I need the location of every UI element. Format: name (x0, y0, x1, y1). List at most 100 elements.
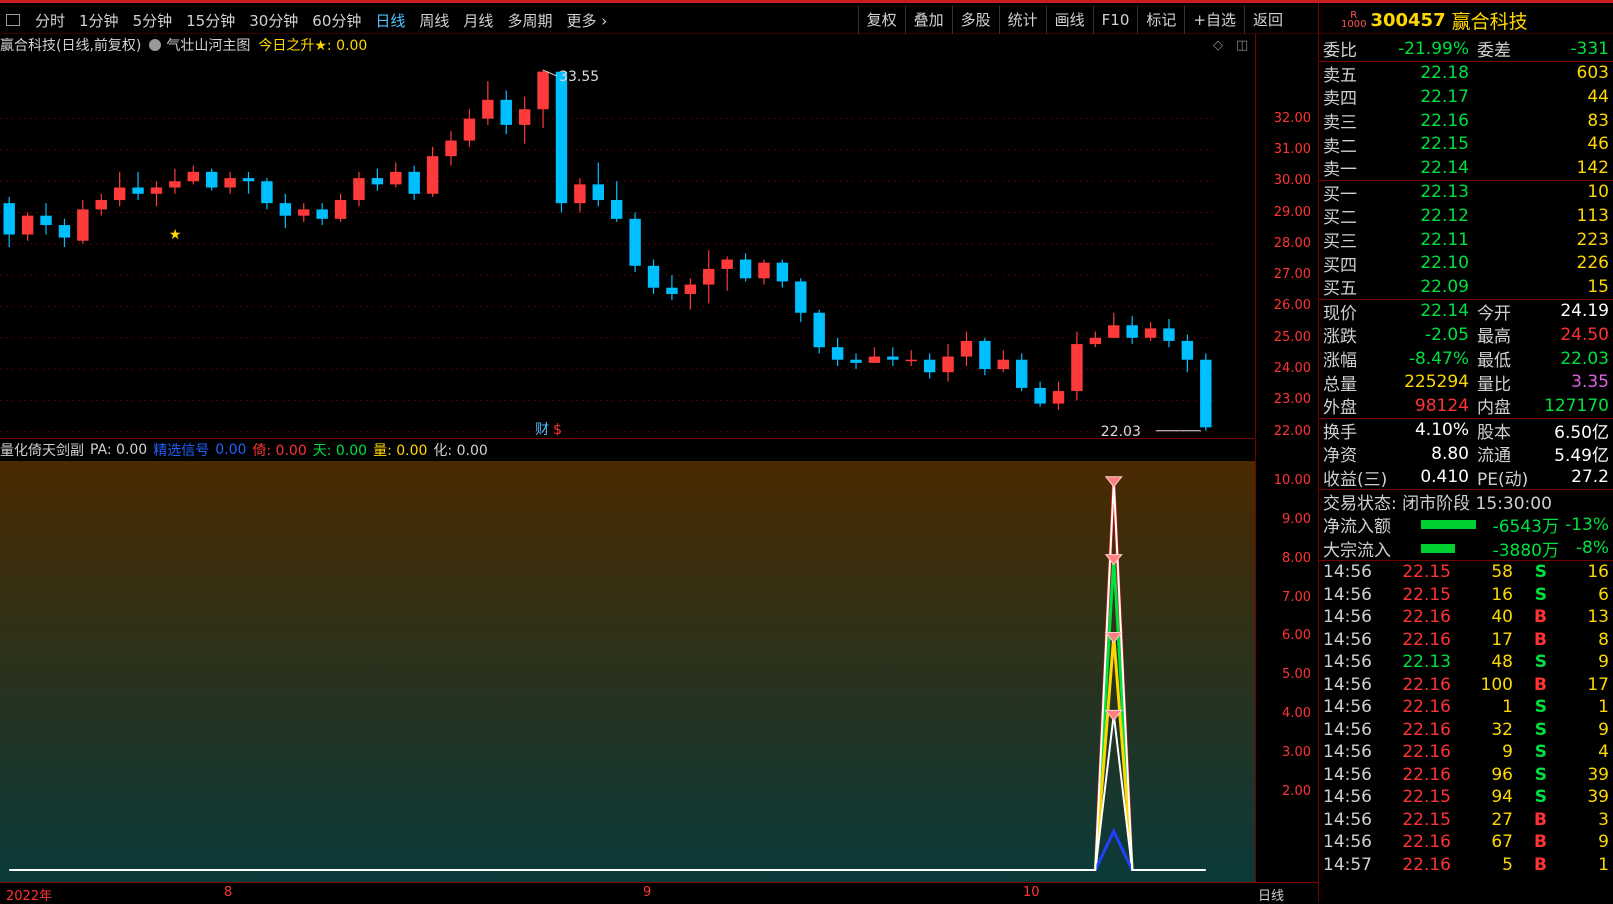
tab-5min[interactable]: 5分钟 (126, 10, 180, 31)
layout-toggle-icon[interactable] (6, 14, 20, 26)
order-level-label: 卖三 (1323, 113, 1357, 134)
tick-count: 13 (1587, 607, 1609, 628)
statistics-button[interactable]: 统计 (998, 6, 1046, 34)
draw-line-button[interactable]: 画线 (1045, 6, 1093, 34)
tick-row: 14:56 22.16 67 B 9 (1319, 831, 1613, 854)
period-label[interactable]: 日线 (1258, 885, 1284, 904)
hua-value: 化: 0.00 (433, 443, 488, 459)
tab-fenshi[interactable]: 分时 (28, 10, 72, 31)
tick-volume: 17 (1491, 629, 1513, 650)
weicha-value: -331 (1570, 38, 1609, 59)
tick-side: B (1534, 809, 1547, 830)
stat-value: 24.50 (1560, 324, 1609, 345)
stat-label: 收益(三) (1323, 469, 1388, 490)
stat-label: 涨跌 (1323, 327, 1357, 348)
tab-weekly[interactable]: 周线 (412, 10, 456, 31)
overlay-button[interactable]: 叠加 (904, 6, 952, 34)
rank-badge-bottom: 1000 (1341, 19, 1367, 30)
sub-tick-label: 5.00 (1282, 667, 1311, 683)
order-book-row[interactable]: 买一 22.13 10 (1319, 181, 1613, 205)
candle-body (795, 281, 807, 313)
candle-body (1108, 325, 1120, 338)
stock-header: R 1000 300457 赢合科技 (1318, 3, 1613, 37)
order-book-row[interactable]: 卖三 22.16 83 (1319, 109, 1613, 134)
sub-tick-label: 4.00 (1282, 706, 1311, 722)
indicator-toggle-icon[interactable] (149, 39, 162, 51)
candle-body (518, 109, 531, 125)
order-book-row[interactable]: 买五 22.09 15 (1319, 275, 1613, 300)
weibi-label: 委比 (1323, 41, 1357, 62)
fuquan-button[interactable]: 复权 (857, 6, 905, 34)
window-toggle-icon[interactable]: ◫ (1236, 38, 1248, 53)
indicator-name[interactable]: 气壮山河主图 (166, 35, 250, 55)
tick-side: S (1534, 652, 1547, 673)
candle-body (316, 209, 328, 219)
add-watchlist-button[interactable]: +自选 (1184, 6, 1244, 34)
candle-body (997, 359, 1010, 370)
multi-stock-button[interactable]: 多股 (951, 6, 999, 34)
tab-more[interactable]: 更多 › (559, 10, 614, 31)
tick-price: 22.16 (1402, 674, 1451, 695)
candle-body (279, 203, 292, 216)
order-price: 22.18 (1420, 63, 1469, 84)
order-book-row[interactable]: 买二 22.12 113 (1319, 204, 1613, 229)
sub-indicator-chart[interactable] (0, 461, 1255, 882)
order-volume: 113 (1576, 205, 1609, 226)
stat-label: 流通 (1477, 446, 1511, 467)
high-price-label: 33.55 (559, 69, 599, 85)
candle-body (426, 156, 439, 194)
tab-30min[interactable]: 30分钟 (242, 10, 305, 31)
tick-list[interactable]: 14:56 22.15 58 S 16 14:56 22.15 16 S 6 14:56 22.16 4… (1319, 560, 1613, 876)
candle-body (776, 262, 789, 282)
mark-button[interactable]: 标记 (1137, 6, 1184, 34)
tab-60min[interactable]: 60分钟 (305, 10, 368, 31)
f10-button[interactable]: F10 (1092, 6, 1138, 34)
candlestick-chart[interactable]: 33.55 22.03 ★ 财 $ (0, 56, 1255, 438)
finance-event-icon[interactable]: 财 (535, 422, 549, 438)
candle-body (574, 184, 586, 204)
diamond-icon[interactable]: ◇ (1213, 38, 1223, 53)
tick-volume: 27 (1491, 809, 1513, 830)
order-book-row[interactable]: 卖一 22.14 142 (1319, 156, 1613, 181)
tick-price: 22.16 (1402, 697, 1451, 718)
price-tick-label: 25.00 (1273, 329, 1311, 345)
tab-1min[interactable]: 1分钟 (72, 10, 126, 31)
tick-row: 14:56 22.16 17 B 8 (1319, 629, 1613, 652)
tab-daily[interactable]: 日线 (368, 10, 412, 31)
tick-side: B (1534, 607, 1547, 628)
tick-row: 14:56 22.16 32 S 9 (1319, 719, 1613, 742)
order-price: 22.11 (1420, 229, 1469, 250)
tick-count: 9 (1598, 652, 1609, 673)
stat-value: 6.50亿 (1554, 422, 1609, 443)
order-book-row[interactable]: 买三 22.11 223 (1319, 228, 1613, 253)
weibi-row: 委比 -21.99% 委差 -331 (1319, 37, 1613, 62)
sub-tick-label: 10.00 (1273, 472, 1311, 488)
tab-monthly[interactable]: 月线 (456, 10, 500, 31)
block-inflow-bar (1421, 543, 1455, 553)
tick-row: 14:56 22.16 9 S 4 (1319, 741, 1613, 764)
sub-indicator-name[interactable]: 量化倚天剑副 (0, 440, 84, 460)
pa-value: PA: 0.00 (90, 442, 148, 458)
stat-row: 现价 22.14 今开 24.19 (1319, 300, 1613, 324)
candle-body (647, 265, 660, 288)
candle-body (703, 268, 715, 285)
tick-side: S (1534, 764, 1547, 785)
order-book-row[interactable]: 买四 22.10 226 (1319, 251, 1613, 276)
order-book-row[interactable]: 卖四 22.17 44 (1319, 85, 1613, 110)
tab-multi-period[interactable]: 多周期 (500, 10, 559, 31)
tick-price: 22.16 (1402, 742, 1451, 763)
candle-body (500, 99, 512, 125)
tick-count: 39 (1587, 787, 1609, 808)
order-level-label: 买五 (1323, 279, 1357, 300)
candle-body (371, 178, 384, 185)
signal-value: 0.00 (215, 442, 247, 458)
tick-count: 1 (1598, 854, 1609, 875)
tab-15min[interactable]: 15分钟 (179, 10, 242, 31)
order-book-row[interactable]: 卖五 22.18 603 (1319, 62, 1613, 86)
tick-count: 4 (1598, 742, 1609, 763)
back-button[interactable]: 返回 (1243, 6, 1291, 34)
tick-time: 14:56 (1323, 719, 1372, 740)
order-book-row[interactable]: 卖二 22.15 46 (1319, 132, 1613, 157)
tick-count: 1 (1598, 697, 1609, 718)
dividend-event-icon[interactable]: $ (553, 422, 562, 438)
